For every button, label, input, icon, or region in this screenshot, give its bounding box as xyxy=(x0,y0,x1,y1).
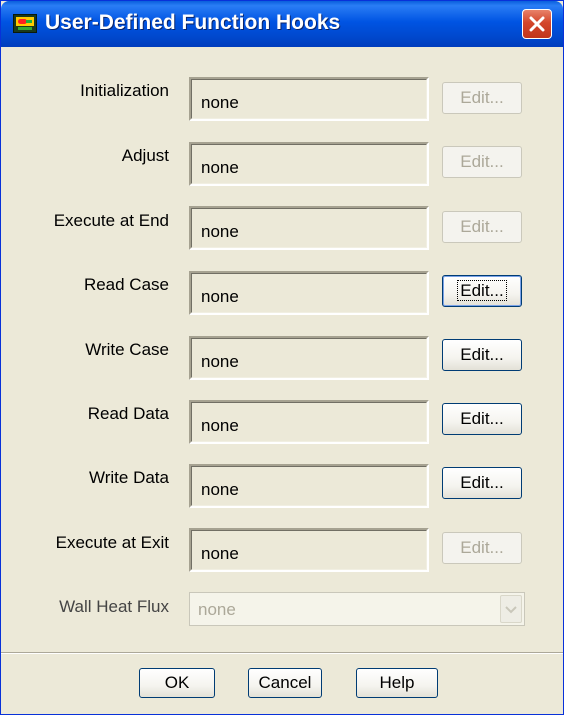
execute-at-end-edit-button[interactable]: Edit... xyxy=(442,211,522,243)
execute-at-end-field[interactable]: none xyxy=(189,206,429,250)
window-title: User-Defined Function Hooks xyxy=(45,11,341,34)
chevron-down-icon xyxy=(505,606,517,614)
fluent-app-icon xyxy=(13,14,37,33)
wall-heat-flux-value: none xyxy=(198,600,236,619)
execute-at-exit-value: none xyxy=(201,544,239,563)
close-icon xyxy=(529,16,545,32)
write-case-edit-label: Edit... xyxy=(460,345,504,364)
label-initialization: Initialization xyxy=(80,81,169,100)
write-case-field[interactable]: none xyxy=(189,336,429,380)
execute-at-exit-field[interactable]: none xyxy=(189,528,429,572)
close-button[interactable] xyxy=(522,9,552,39)
label-execute-at-end: Execute at End xyxy=(53,211,169,230)
initialization-field[interactable]: none xyxy=(189,77,429,121)
read-case-value: none xyxy=(201,287,239,306)
write-data-field[interactable]: none xyxy=(189,464,429,508)
read-data-field[interactable]: none xyxy=(189,400,429,444)
execute-at-end-value: none xyxy=(201,222,239,241)
title-bar[interactable]: User-Defined Function Hooks xyxy=(1,1,563,47)
label-read-case: Read Case xyxy=(83,275,169,294)
initialization-edit-button[interactable]: Edit... xyxy=(442,82,522,114)
initialization-edit-label: Edit... xyxy=(460,88,504,107)
read-data-edit-button[interactable]: Edit... xyxy=(442,403,522,435)
read-case-edit-label: Edit... xyxy=(457,280,507,301)
adjust-edit-button[interactable]: Edit... xyxy=(442,146,522,178)
dropdown-arrow-button[interactable] xyxy=(500,595,522,623)
label-write-data: Write Data xyxy=(89,468,169,487)
read-data-value: none xyxy=(201,416,239,435)
adjust-value: none xyxy=(201,158,239,177)
write-case-edit-button[interactable]: Edit... xyxy=(442,339,522,371)
cancel-button[interactable]: Cancel xyxy=(248,668,322,698)
footer-separator xyxy=(1,652,563,654)
execute-at-end-edit-label: Edit... xyxy=(460,217,504,236)
write-data-edit-label: Edit... xyxy=(460,473,504,492)
read-case-field[interactable]: none xyxy=(189,271,429,315)
write-data-value: none xyxy=(201,480,239,499)
ok-button[interactable]: OK xyxy=(139,668,215,698)
execute-at-exit-edit-button[interactable]: Edit... xyxy=(442,532,522,564)
execute-at-exit-edit-label: Edit... xyxy=(460,538,504,557)
read-data-edit-label: Edit... xyxy=(460,409,504,428)
adjust-edit-label: Edit... xyxy=(460,152,504,171)
write-case-value: none xyxy=(201,352,239,371)
label-wall-heat-flux: Wall Heat Flux xyxy=(59,597,169,616)
help-button[interactable]: Help xyxy=(356,668,438,698)
read-case-edit-button[interactable]: Edit... xyxy=(442,275,522,307)
label-read-data: Read Data xyxy=(87,404,169,423)
write-data-edit-button[interactable]: Edit... xyxy=(442,467,522,499)
label-execute-at-exit: Execute at Exit xyxy=(55,533,169,552)
adjust-field[interactable]: none xyxy=(189,142,429,186)
label-write-case: Write Case xyxy=(85,340,169,359)
dialog-window: User-Defined Function Hooks Initializati… xyxy=(0,0,564,715)
label-adjust: Adjust xyxy=(121,146,169,165)
initialization-value: none xyxy=(201,93,239,112)
wall-heat-flux-dropdown[interactable]: none xyxy=(189,592,525,626)
